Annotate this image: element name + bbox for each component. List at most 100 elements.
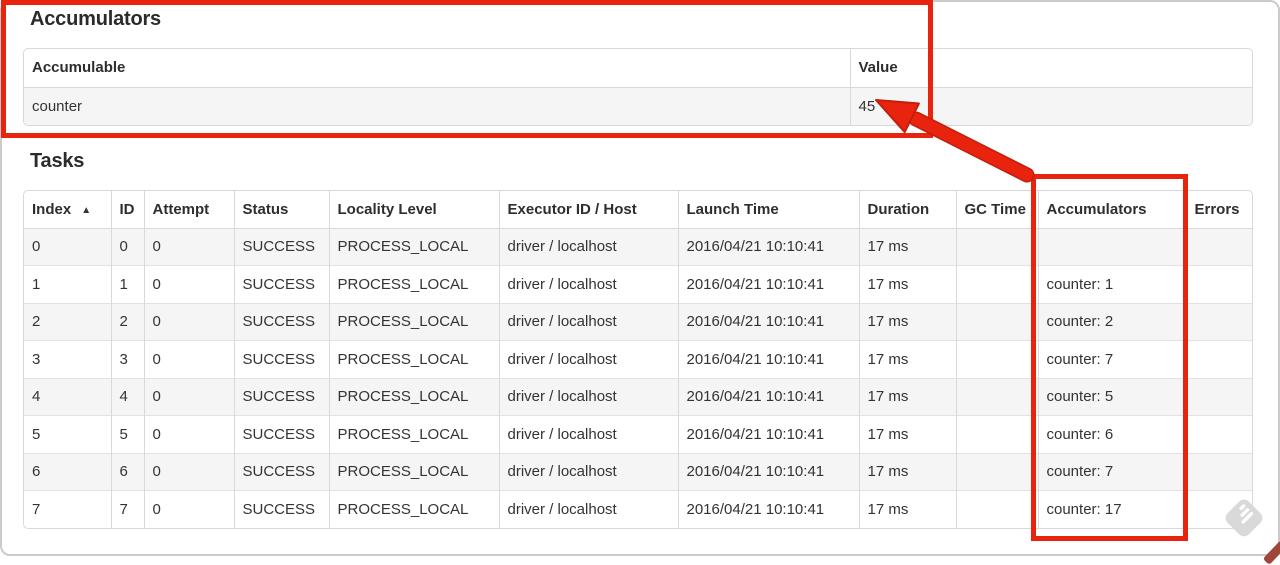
tasks-heading: Tasks xyxy=(30,150,85,172)
cell-duration: 17 ms xyxy=(858,228,956,266)
cell-gc-time xyxy=(955,228,1038,266)
cell-errors xyxy=(1185,340,1252,378)
cell-errors xyxy=(1185,452,1252,491)
cell-launch-time: 2016/04/21 10:10:41 xyxy=(677,228,859,266)
task-row: 5 5 0 SUCCESS PROCESS_LOCAL driver / localhos… xyxy=(24,415,1252,453)
column-header-accumulable[interactable]: Accumulable xyxy=(24,49,850,88)
column-header-duration[interactable]: Duration xyxy=(858,191,956,229)
accumulator-row: counter 45 xyxy=(24,87,1252,125)
cell-index: 1 xyxy=(24,265,111,303)
column-header-status[interactable]: Status xyxy=(233,191,329,229)
cell-launch-time: 2016/04/21 10:10:41 xyxy=(677,490,859,528)
cell-duration: 17 ms xyxy=(858,490,956,528)
column-header-label: ID xyxy=(119,200,135,218)
cell-status: SUCCESS xyxy=(233,302,329,341)
cell-launch-time: 2016/04/21 10:10:41 xyxy=(677,452,859,491)
cell-id: 6 xyxy=(110,452,144,491)
cell-launch-time: 2016/04/21 10:10:41 xyxy=(677,415,859,453)
cell-id: 7 xyxy=(110,490,144,528)
cell-launch-time: 2016/04/21 10:10:41 xyxy=(677,377,859,416)
accumulators-heading: Accumulators xyxy=(30,8,161,30)
cell-index: 6 xyxy=(24,452,111,491)
column-header-attempt[interactable]: Attempt xyxy=(143,191,234,229)
cell-attempt: 0 xyxy=(143,265,234,303)
cell-attempt: 0 xyxy=(143,452,234,491)
column-header-label: Errors xyxy=(1194,200,1240,218)
cell-attempt: 0 xyxy=(143,340,234,378)
accumulators-table: Accumulable Value counter 45 xyxy=(23,48,1253,126)
cell-accumulators: counter: 2 xyxy=(1037,302,1186,341)
cell-accumulators: counter: 7 xyxy=(1037,340,1186,378)
column-header-locality-level[interactable]: Locality Level xyxy=(328,191,499,229)
cell-accumulators: counter: 1 xyxy=(1037,265,1186,303)
cell-executor-id-host: driver / localhost xyxy=(498,302,678,341)
cell-attempt: 0 xyxy=(143,302,234,341)
cell-launch-time: 2016/04/21 10:10:41 xyxy=(677,302,859,341)
cell-status: SUCCESS xyxy=(233,377,329,416)
cell-duration: 17 ms xyxy=(858,340,956,378)
cell-errors xyxy=(1185,377,1252,416)
cell-id: 5 xyxy=(110,415,144,453)
cell-attempt: 0 xyxy=(143,377,234,416)
cell-locality-level: PROCESS_LOCAL xyxy=(328,490,499,528)
column-header-value[interactable]: Value xyxy=(849,49,1252,88)
cell-index: 2 xyxy=(24,302,111,341)
task-row: 4 4 0 SUCCESS PROCESS_LOCAL driver / localhos… xyxy=(24,377,1252,416)
cell-status: SUCCESS xyxy=(233,340,329,378)
cell-gc-time xyxy=(955,377,1038,416)
cell-errors xyxy=(1185,490,1252,528)
cell-index: 7 xyxy=(24,490,111,528)
cursor-fragment xyxy=(1262,540,1280,565)
column-header-label: Locality Level xyxy=(337,200,437,218)
column-header-accumulators[interactable]: Accumulators xyxy=(1037,191,1186,229)
cell-accumulators: counter: 6 xyxy=(1037,415,1186,453)
cell-id: 0 xyxy=(110,228,144,266)
cell-gc-time xyxy=(955,452,1038,491)
cell-locality-level: PROCESS_LOCAL xyxy=(328,302,499,341)
column-header-launch-time[interactable]: Launch Time xyxy=(677,191,859,229)
task-row: 2 2 0 SUCCESS PROCESS_LOCAL driver / localhos… xyxy=(24,302,1252,341)
cell-locality-level: PROCESS_LOCAL xyxy=(328,377,499,416)
column-header-label: Duration xyxy=(867,200,930,218)
cell-executor-id-host: driver / localhost xyxy=(498,415,678,453)
cell-gc-time xyxy=(955,302,1038,341)
column-header-executor-id-host[interactable]: Executor ID / Host xyxy=(498,191,678,229)
column-header-id[interactable]: ID xyxy=(110,191,144,229)
task-row: 0 0 0 SUCCESS PROCESS_LOCAL driver / localhos… xyxy=(24,228,1252,266)
cell-duration: 17 ms xyxy=(858,452,956,491)
cell-accumulable-name: counter xyxy=(24,87,850,125)
cell-index: 0 xyxy=(24,228,111,266)
cell-accumulators xyxy=(1037,228,1186,266)
column-header-gc-time[interactable]: GC Time xyxy=(955,191,1038,229)
cell-attempt: 0 xyxy=(143,490,234,528)
cell-executor-id-host: driver / localhost xyxy=(498,340,678,378)
tasks-header-row: Index ▲ ID Attempt Status Locality Level Execu… xyxy=(24,191,1252,229)
accumulators-header-row: Accumulable Value xyxy=(24,49,1252,88)
cell-id: 3 xyxy=(110,340,144,378)
cell-status: SUCCESS xyxy=(233,228,329,266)
sort-ascending-icon: ▲ xyxy=(81,204,92,216)
cell-id: 2 xyxy=(110,302,144,341)
cell-index: 4 xyxy=(24,377,111,416)
cell-locality-level: PROCESS_LOCAL xyxy=(328,340,499,378)
cell-duration: 17 ms xyxy=(858,265,956,303)
task-row: 6 6 0 SUCCESS PROCESS_LOCAL driver / localhos… xyxy=(24,452,1252,491)
column-header-label: Index xyxy=(32,200,72,218)
tasks-table-body: 0 0 0 SUCCESS PROCESS_LOCAL driver / localhos… xyxy=(24,228,1252,528)
cell-index: 5 xyxy=(24,415,111,453)
task-row: 7 7 0 SUCCESS PROCESS_LOCAL driver / localhos… xyxy=(24,490,1252,528)
column-header-label: GC Time xyxy=(964,200,1026,218)
column-header-index[interactable]: Index ▲ xyxy=(24,191,111,229)
cell-locality-level: PROCESS_LOCAL xyxy=(328,228,499,266)
cell-accumulators: counter: 5 xyxy=(1037,377,1186,416)
column-header-label: Status xyxy=(242,200,289,218)
cell-gc-time xyxy=(955,415,1038,453)
cell-launch-time: 2016/04/21 10:10:41 xyxy=(677,265,859,303)
cell-launch-time: 2016/04/21 10:10:41 xyxy=(677,340,859,378)
cell-executor-id-host: driver / localhost xyxy=(498,228,678,266)
column-header-errors[interactable]: Errors xyxy=(1185,191,1252,229)
cell-duration: 17 ms xyxy=(858,302,956,341)
cell-id: 1 xyxy=(110,265,144,303)
cell-gc-time xyxy=(955,265,1038,303)
cell-gc-time xyxy=(955,340,1038,378)
